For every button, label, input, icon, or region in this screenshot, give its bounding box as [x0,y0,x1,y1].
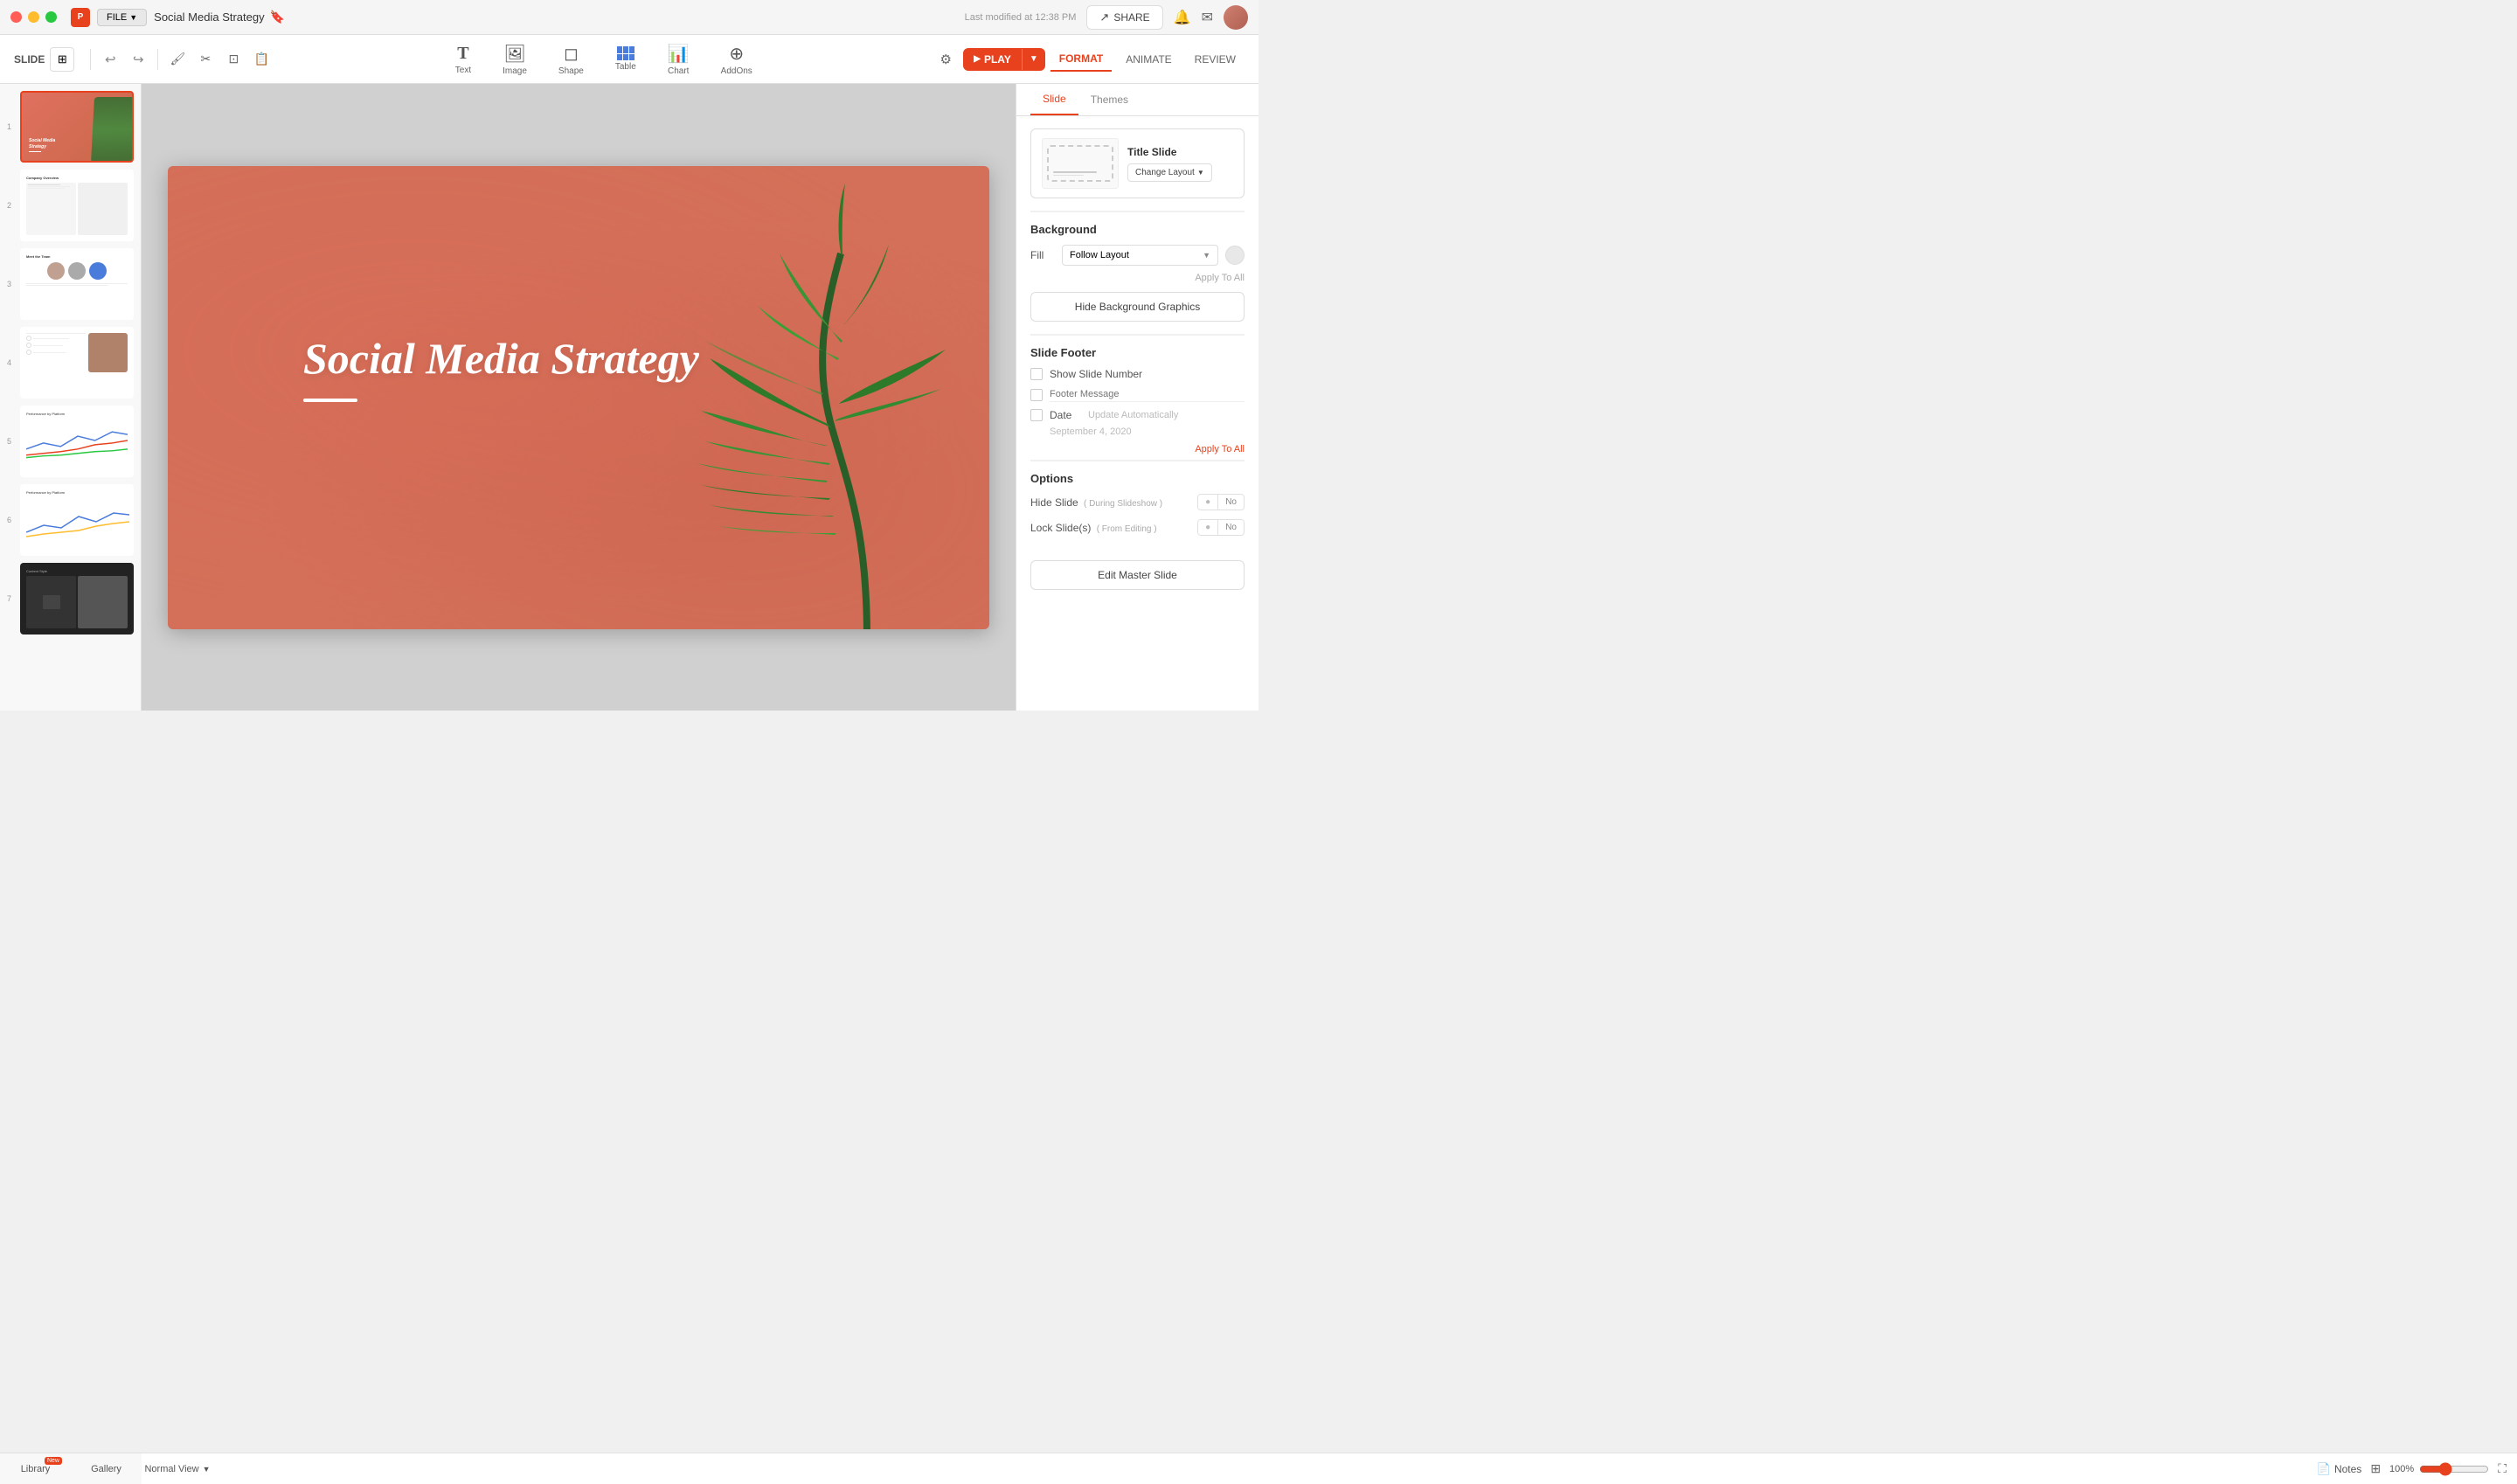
slide-thumbnail-7[interactable]: 7 Content Style [7,563,134,635]
slide-thumbnail-4[interactable]: 4 [7,327,134,399]
traffic-light-yellow[interactable] [28,11,39,23]
doc-title: Social Media Strategy 🔖 [154,10,285,24]
slide-canvas[interactable]: Social Media Strategy [168,166,989,629]
lock-slide-toggle[interactable]: ● No [1197,519,1245,536]
redo-button[interactable]: ↪ [126,47,150,72]
fill-label: Fill [1030,249,1055,261]
zoom-percent: 100% [2389,1464,2414,1474]
layout-preview: Title Slide Change Layout ▼ [1030,128,1245,198]
slide-title[interactable]: Social Media Strategy [303,332,699,402]
lock-slide-sub: ( From Editing ) [1097,524,1157,534]
tool-chart[interactable]: 📊 Chart [661,39,697,80]
slide-num-7: 7 [7,594,15,603]
slide-thumbnail-3[interactable]: 3 Meet the Team [7,248,134,320]
gallery-button[interactable]: Gallery [71,1453,142,1484]
plant-decoration [692,184,989,629]
color-picker[interactable] [1225,246,1245,265]
date-value: September 4, 2020 [1050,426,1132,437]
notification-button[interactable]: 🔔 [1174,9,1191,26]
slide-thumbnail-1[interactable]: 1 Social MediaStrategy [7,91,134,163]
update-auto-label: Update Automatically [1088,410,1245,420]
traffic-light-green[interactable] [45,11,57,23]
footer-message-checkbox[interactable] [1030,389,1043,401]
paint-format-button[interactable]: 🖌 [165,47,190,72]
settings-button[interactable]: ⚙ [933,47,958,72]
slide-thumbnail-6[interactable]: 6 Performance by Platform [7,484,134,556]
options-section: Options Hide Slide ( During Slideshow ) … [1030,460,1245,536]
hide-slide-label: Hide Slide [1030,496,1078,509]
avatar[interactable] [1224,5,1248,30]
tool-image-label: Image [503,66,527,76]
date-checkbox[interactable] [1030,409,1043,421]
tool-chart-label: Chart [668,66,689,76]
traffic-light-red[interactable] [10,11,22,23]
mail-button[interactable]: ✉ [1202,9,1213,26]
bottom-bar: 💬 / 1 Slides ⊡ Normal View ▼ Library New… [0,1453,2517,1484]
themes-tab[interactable]: Themes [1078,84,1141,115]
notes-button[interactable]: 📄 Notes [2317,1462,2362,1476]
footer-title: Slide Footer [1030,346,1245,359]
tool-table-label: Table [615,62,636,72]
slide-num-2: 2 [7,201,15,210]
tool-image[interactable]: 🖼 Image [496,39,534,80]
slide-panel: 1 Social MediaStrategy 2 Company Overvie… [0,84,142,711]
slide-thumbnail-2[interactable]: 2 Company Overview [7,170,134,241]
tool-addons-label: AddOns [721,66,752,76]
edit-master-slide-button[interactable]: Edit Master Slide [1030,560,1245,590]
share-button[interactable]: ↗ SHARE [1086,5,1162,30]
tool-shape-label: Shape [558,66,584,76]
show-slide-number-label: Show Slide Number [1050,368,1142,380]
slide-tab[interactable]: Slide [1030,84,1078,115]
lock-slide-label: Lock Slide(s) [1030,522,1091,534]
grid-view-button[interactable]: ⊞ [50,47,74,72]
slide-label: SLIDE [14,53,45,66]
zoom-slider[interactable] [2419,1462,2489,1476]
date-label: Date [1050,409,1081,421]
library-button[interactable]: Library New [0,1453,71,1484]
slide-num-4: 4 [7,358,15,367]
tool-text-label: Text [455,66,471,75]
animate-tab-button[interactable]: ANIMATE [1117,48,1180,71]
background-section: Background Fill Follow Layout ▼ Apply To… [1030,211,1245,325]
copy-button[interactable]: ⊡ [221,47,246,72]
tool-table[interactable]: Table [608,43,643,75]
apply-all-bg[interactable]: Apply To All [1195,273,1245,283]
play-button[interactable]: ▶ PLAY [963,48,1022,71]
show-slide-number-checkbox[interactable] [1030,368,1043,380]
slide-num-5: 5 [7,437,15,446]
review-tab-button[interactable]: REVIEW [1186,48,1245,71]
slide-num-3: 3 [7,280,15,288]
fill-dropdown[interactable]: Follow Layout ▼ [1062,245,1218,266]
apply-all-footer[interactable]: Apply To All [1195,444,1245,454]
change-layout-button[interactable]: Change Layout ▼ [1127,163,1212,182]
play-dropdown-button[interactable]: ▼ [1023,49,1045,69]
format-tab-button[interactable]: FORMAT [1050,47,1112,72]
undo-button[interactable]: ↩ [98,47,122,72]
tool-text[interactable]: T Text [448,40,478,79]
paste-button[interactable]: 📋 [249,47,274,72]
slide-thumbnail-5[interactable]: 5 Performance by Platform [7,406,134,477]
background-title: Background [1030,223,1245,236]
tool-addons[interactable]: ⊕ AddOns [714,39,759,80]
tool-shape[interactable]: ◻ Shape [551,39,591,80]
options-title: Options [1030,472,1245,485]
file-menu-button[interactable]: FILE ▼ [97,9,147,26]
app-icon: P [71,8,90,27]
last-modified-text: Last modified at 12:38 PM [965,12,1077,23]
cut-button[interactable]: ✂ [193,47,218,72]
hide-bg-graphics-button[interactable]: Hide Background Graphics [1030,292,1245,322]
slide-num-6: 6 [7,516,15,524]
layout-name: Title Slide [1127,146,1233,158]
hide-slide-sub: ( During Slideshow ) [1084,499,1162,509]
slide-num-1: 1 [7,122,15,131]
canvas-area: Social Media Strategy [142,84,1016,711]
footer-section: Slide Footer Show Slide Number Date Upda… [1030,334,1245,454]
traffic-lights [10,11,57,23]
new-badge: New [45,1457,62,1465]
footer-message-input[interactable] [1050,387,1245,402]
right-panel: Slide Themes Title Slide Change Layout ▼ [1016,84,1258,711]
slides-panel-toggle[interactable]: ⊞ [2370,1461,2381,1476]
fullscreen-button[interactable]: ⛶ [2498,1461,2507,1476]
hide-slide-toggle[interactable]: ● No [1197,494,1245,510]
